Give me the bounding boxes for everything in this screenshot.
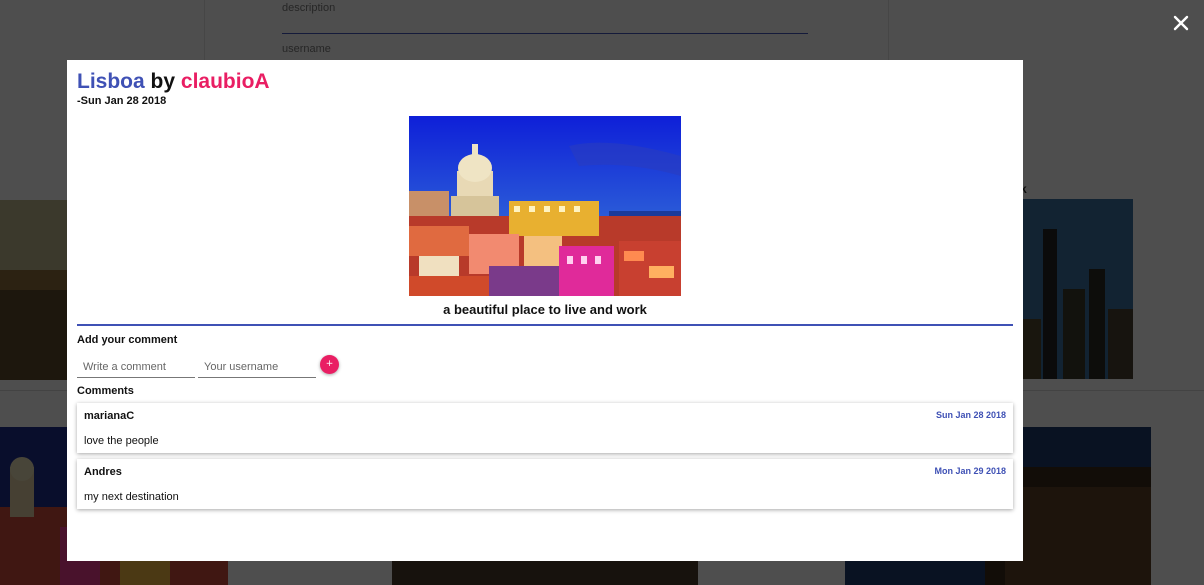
comment-author: marianaC: [84, 410, 135, 422]
post-city: Lisboa: [77, 70, 145, 93]
comment-date: Sun Jan 28 2018: [935, 410, 1006, 420]
post-by-word: by: [150, 70, 176, 93]
comments-heading: Comments: [77, 385, 134, 397]
comment-date: Mon Jan 29 2018: [934, 466, 1006, 476]
post-photo: [409, 116, 681, 296]
comment-text: my next destination: [84, 491, 179, 503]
post-author: claubioA: [180, 70, 270, 93]
comment-username-input[interactable]: [198, 352, 316, 378]
post-caption: a beautiful place to live and work: [443, 302, 647, 317]
comment-author: Andres: [84, 466, 122, 478]
add-comment-button[interactable]: +: [320, 355, 339, 374]
comment-card: marianaC Sun Jan 28 2018 love the people: [77, 403, 1013, 453]
comments-list: marianaC Sun Jan 28 2018 love the people…: [77, 403, 1013, 515]
post-detail-modal: Lisboa by claubioA -Sun Jan 28 2018 a be…: [67, 60, 1023, 561]
comment-text: love the people: [84, 435, 159, 447]
section-divider: [77, 324, 1013, 326]
comment-card: Andres Mon Jan 29 2018 my next destinati…: [77, 459, 1013, 509]
post-date: -Sun Jan 28 2018: [77, 95, 167, 107]
post-title: Lisboa by claubioA: [77, 70, 270, 94]
close-icon[interactable]: [1170, 12, 1192, 34]
comment-input[interactable]: [77, 352, 195, 378]
add-comment-heading: Add your comment: [77, 334, 178, 346]
